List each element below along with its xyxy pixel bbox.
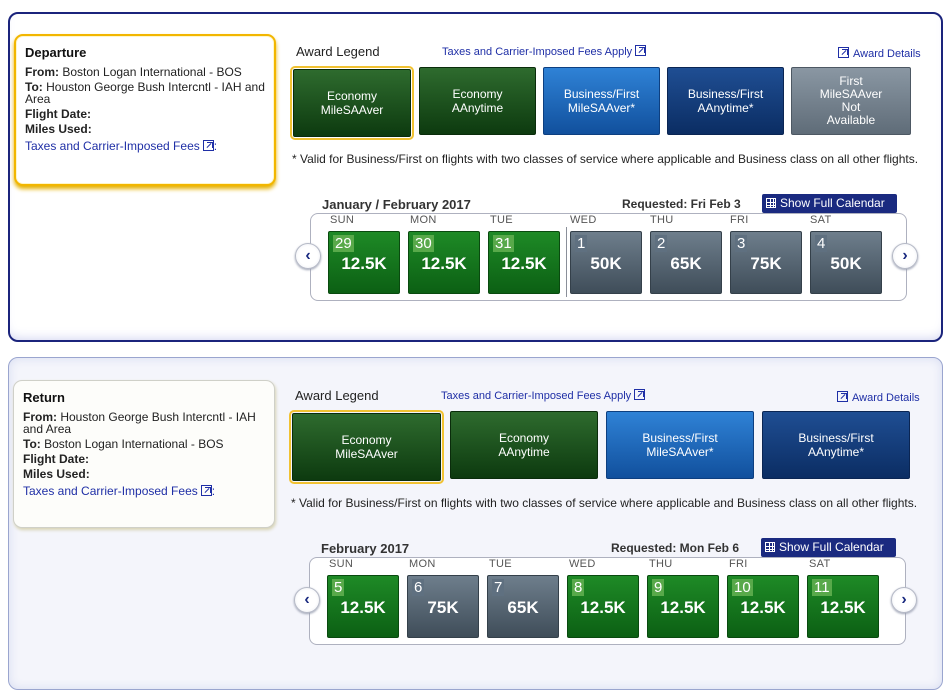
calendar-day[interactable]: 1 50K bbox=[570, 231, 642, 294]
return-from: From: Houston George Bush Intercntl - IA… bbox=[23, 410, 256, 436]
calendar-day[interactable]: 29 12.5K bbox=[328, 231, 400, 294]
calendar-day[interactable]: 5 12.5K bbox=[327, 575, 399, 638]
calendar-day[interactable]: 7 65K bbox=[487, 575, 559, 638]
requested-date: Requested: Fri Feb 3 bbox=[622, 197, 741, 211]
chevron-right-icon: › bbox=[901, 591, 907, 608]
return-panel: Return From: Houston George Bush Intercn… bbox=[8, 357, 943, 690]
next-week-button[interactable]: › bbox=[892, 243, 918, 269]
legend-economy-saver[interactable]: Economy MileSAAver bbox=[289, 410, 444, 484]
show-full-calendar-button[interactable]: Show Full Calendar bbox=[762, 194, 897, 213]
calendar-day[interactable]: 9 12.5K bbox=[647, 575, 719, 638]
calendar-grid-icon bbox=[765, 542, 775, 552]
award-legend-title: Award Legend bbox=[295, 388, 379, 403]
dow-label: WED bbox=[569, 558, 596, 570]
dow-label: MON bbox=[409, 558, 436, 570]
departure-panel: Departure From: Boston Logan Internation… bbox=[8, 12, 943, 342]
dow-label: MON bbox=[410, 214, 437, 226]
calendar-grid-icon bbox=[766, 198, 776, 208]
dow-label: SUN bbox=[330, 214, 355, 226]
external-link-icon bbox=[635, 45, 647, 56]
external-link-icon bbox=[202, 140, 214, 151]
departure-flight-date: Flight Date: bbox=[25, 107, 91, 121]
calendar-day[interactable]: 10 12.5K bbox=[727, 575, 799, 638]
dow-label: SAT bbox=[810, 214, 832, 226]
departure-title: Departure bbox=[25, 45, 87, 60]
award-legend-title: Award Legend bbox=[296, 44, 380, 59]
return-taxes-link[interactable]: Taxes and Carrier-Imposed Fees: bbox=[23, 484, 215, 498]
taxes-apply-link[interactable]: Taxes and Carrier-Imposed Fees Apply bbox=[442, 45, 647, 58]
calendar-day[interactable]: 30 12.5K bbox=[408, 231, 480, 294]
return-miles-used: Miles Used: bbox=[23, 467, 90, 481]
calendar-day[interactable]: 3 75K bbox=[730, 231, 802, 294]
dow-label: TUE bbox=[489, 558, 512, 570]
departure-from: From: Boston Logan International - BOS bbox=[25, 65, 242, 79]
legend-business-anytime[interactable]: Business/First AAnytime* bbox=[667, 67, 784, 135]
departure-info-card: Departure From: Boston Logan Internation… bbox=[14, 34, 276, 186]
month-divider bbox=[566, 227, 567, 297]
award-details-link[interactable]: Award Details bbox=[837, 391, 920, 404]
return-to: To: Boston Logan International - BOS bbox=[23, 437, 224, 451]
award-details-link[interactable]: Award Details bbox=[838, 47, 921, 60]
show-full-calendar-button[interactable]: Show Full Calendar bbox=[761, 538, 896, 557]
external-link-icon bbox=[838, 47, 849, 58]
calendar-month: February 2017 bbox=[321, 541, 410, 556]
chevron-right-icon: › bbox=[902, 247, 908, 264]
external-link-icon bbox=[200, 485, 212, 496]
taxes-apply-link[interactable]: Taxes and Carrier-Imposed Fees Apply bbox=[441, 389, 646, 402]
calendar-day[interactable]: 31 12.5K bbox=[488, 231, 560, 294]
legend-business-anytime[interactable]: Business/First AAnytime* bbox=[762, 411, 910, 479]
requested-date: Requested: Mon Feb 6 bbox=[611, 541, 740, 555]
legend-economy-anytime[interactable]: Economy AAnytime bbox=[450, 411, 598, 479]
calendar-day[interactable]: 6 75K bbox=[407, 575, 479, 638]
chevron-left-icon: ‹ bbox=[304, 591, 310, 608]
dow-label: WED bbox=[570, 214, 597, 226]
calendar-day[interactable]: 4 50K bbox=[810, 231, 882, 294]
business-note: * Valid for Business/First on flights wi… bbox=[292, 152, 919, 166]
dow-label: TUE bbox=[490, 214, 513, 226]
return-flight-date: Flight Date: bbox=[23, 452, 89, 466]
legend-business-saver[interactable]: Business/First MileSAAver* bbox=[543, 67, 660, 135]
prev-week-button[interactable]: ‹ bbox=[294, 587, 320, 613]
departure-taxes-link[interactable]: Taxes and Carrier-Imposed Fees: bbox=[25, 139, 217, 153]
business-note: * Valid for Business/First on flights wi… bbox=[291, 496, 918, 510]
chevron-left-icon: ‹ bbox=[305, 247, 311, 264]
dow-label: SAT bbox=[809, 558, 831, 570]
dow-label: SUN bbox=[329, 558, 354, 570]
prev-week-button[interactable]: ‹ bbox=[295, 243, 321, 269]
external-link-icon bbox=[837, 391, 848, 402]
next-week-button[interactable]: › bbox=[891, 587, 917, 613]
legend-business-saver[interactable]: Business/First MileSAAver* bbox=[606, 411, 754, 479]
departure-miles-used: Miles Used: bbox=[25, 122, 92, 136]
dow-label: FRI bbox=[730, 214, 749, 226]
dow-label: FRI bbox=[729, 558, 748, 570]
return-title: Return bbox=[23, 390, 65, 405]
legend-economy-anytime[interactable]: Economy AAnytime bbox=[419, 67, 536, 135]
calendar-day[interactable]: 2 65K bbox=[650, 231, 722, 294]
calendar-day[interactable]: 11 12.5K bbox=[807, 575, 879, 638]
legend-economy-saver[interactable]: Economy MileSAAver bbox=[290, 66, 414, 140]
return-info-card: Return From: Houston George Bush Intercn… bbox=[13, 380, 275, 528]
legend-first-not-available: First MileSAAver Not Available bbox=[791, 67, 911, 135]
calendar-month: January / February 2017 bbox=[322, 197, 471, 212]
dow-label: THU bbox=[650, 214, 674, 226]
external-link-icon bbox=[634, 389, 646, 400]
dow-label: THU bbox=[649, 558, 673, 570]
calendar-day[interactable]: 8 12.5K bbox=[567, 575, 639, 638]
departure-to: To: Houston George Bush Intercntl - IAH … bbox=[25, 80, 265, 106]
